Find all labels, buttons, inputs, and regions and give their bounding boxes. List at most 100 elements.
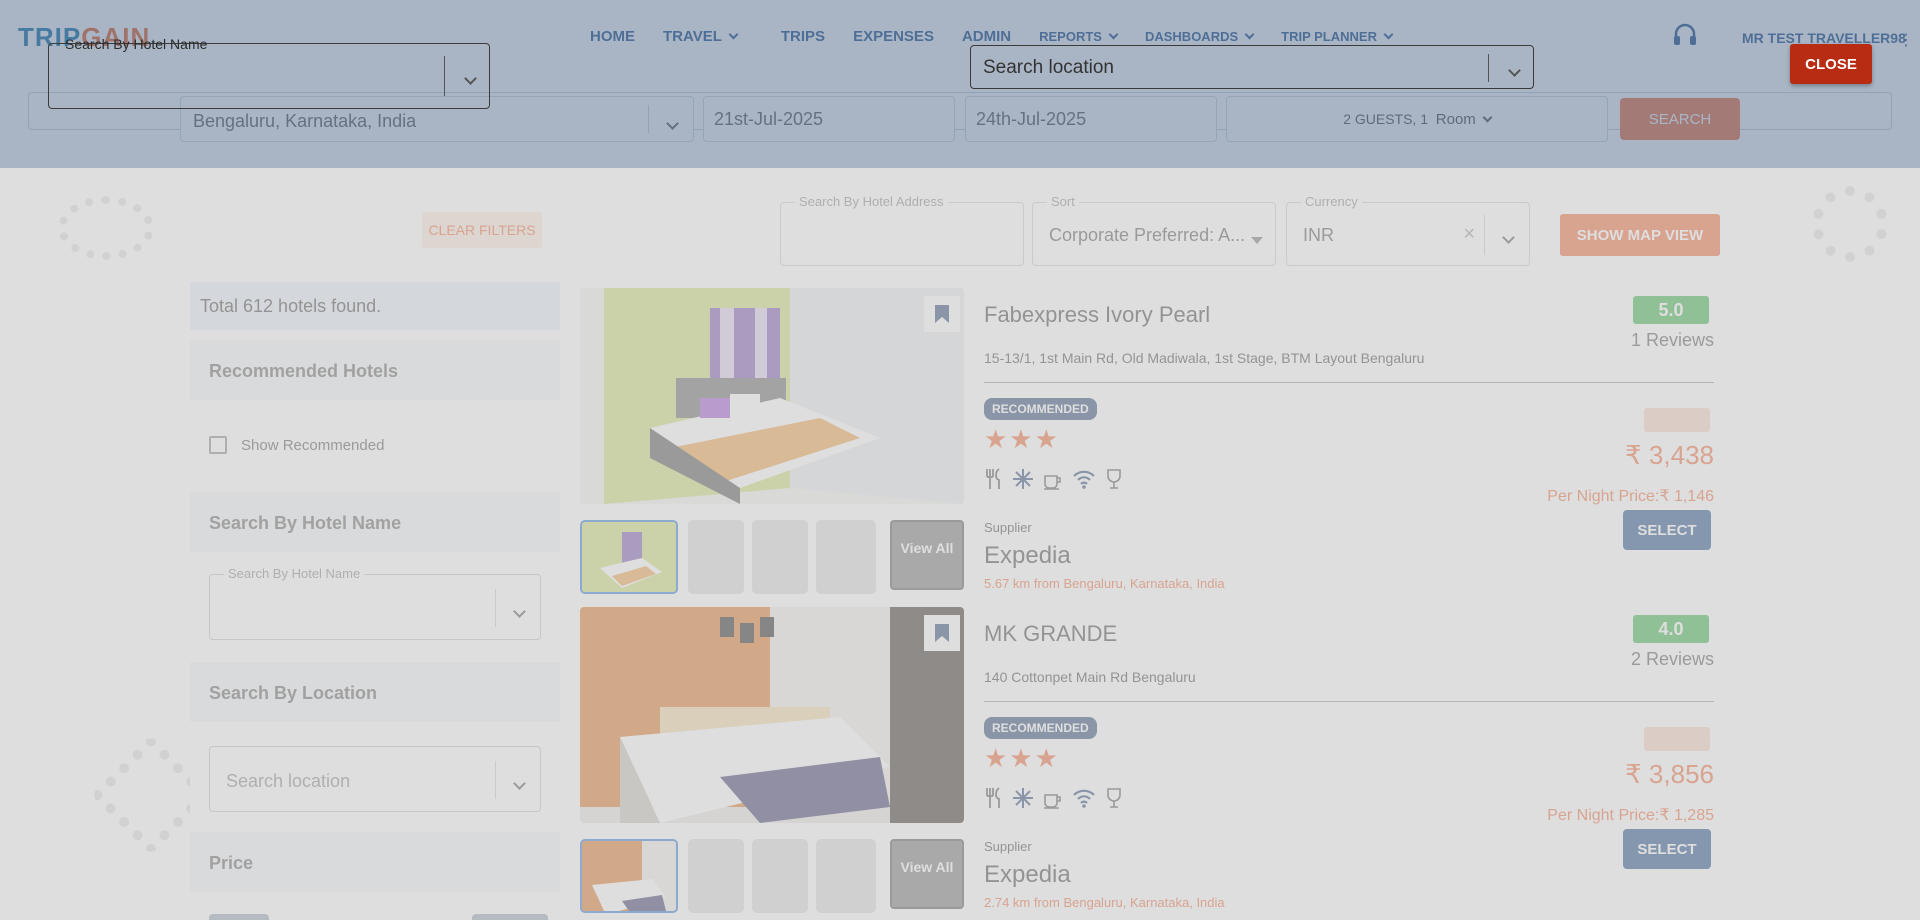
nav-expenses[interactable]: EXPENSES bbox=[853, 28, 934, 45]
amenities-icons bbox=[984, 468, 1124, 490]
hotel-name[interactable]: Fabexpress Ivory Pearl bbox=[984, 302, 1210, 328]
supplier-name: Expedia bbox=[984, 542, 1071, 569]
currency-select[interactable]: Currency INR × bbox=[1286, 194, 1530, 266]
star-rating: ★★★ bbox=[984, 424, 1060, 454]
hotel-address-search-input[interactable]: Search By Hotel Address bbox=[780, 194, 1024, 266]
hotel-name[interactable]: MK GRANDE bbox=[984, 621, 1117, 647]
separator bbox=[444, 56, 445, 96]
bookmark-icon[interactable] bbox=[924, 615, 960, 651]
show-map-view-button[interactable]: SHOW MAP VIEW bbox=[1560, 214, 1720, 256]
thumbnail-image[interactable] bbox=[580, 520, 678, 594]
chevron-down-icon[interactable] bbox=[464, 70, 477, 88]
nav-trip-planner[interactable]: TRIP PLANNER bbox=[1281, 28, 1394, 45]
nav-travel[interactable]: TRAVEL bbox=[663, 28, 739, 45]
close-button[interactable]: CLOSE bbox=[1790, 44, 1872, 84]
per-night-price: Per Night Price:₹ 1,285 bbox=[1547, 807, 1714, 824]
distance-text: 2.74 km from Bengaluru, Karnataka, India bbox=[984, 895, 1225, 910]
view-all-photos-button[interactable]: View All bbox=[890, 839, 964, 909]
star-rating: ★★★ bbox=[984, 743, 1060, 773]
thumbnail-placeholder[interactable] bbox=[688, 839, 744, 913]
show-recommended-checkbox[interactable]: Show Recommended bbox=[209, 436, 384, 454]
total-price: ₹ 3,438 bbox=[1625, 440, 1714, 470]
separator bbox=[1488, 54, 1489, 82]
nav-trips[interactable]: TRIPS bbox=[781, 28, 825, 45]
checkbox-box[interactable] bbox=[209, 436, 227, 454]
wifi-icon bbox=[1073, 789, 1095, 808]
bookmark-icon[interactable] bbox=[924, 296, 960, 332]
thumbnail-placeholder[interactable] bbox=[752, 839, 808, 913]
hotel-image[interactable] bbox=[580, 288, 964, 504]
snowflake-icon bbox=[1013, 469, 1033, 489]
chevron-down-icon[interactable] bbox=[1508, 62, 1521, 80]
sort-select[interactable]: Sort Corporate Preferred: A... bbox=[1032, 194, 1276, 266]
chevron-down-icon[interactable] bbox=[513, 603, 526, 621]
headset-icon[interactable] bbox=[1672, 22, 1698, 48]
currency-value: INR bbox=[1303, 225, 1334, 245]
hotel-card: View All MK GRANDE 140 Cottonpet Main Rd… bbox=[580, 607, 1730, 917]
bar-icon bbox=[1107, 788, 1121, 808]
thumbnail-placeholder[interactable] bbox=[752, 520, 808, 594]
select-button[interactable]: SELECT bbox=[1623, 829, 1711, 869]
supplier-label: Supplier bbox=[984, 520, 1032, 535]
clear-filters-button[interactable]: CLEAR FILTERS bbox=[422, 212, 542, 248]
location-select-placeholder: Search location bbox=[226, 771, 351, 791]
more-vertical-icon[interactable]: ⋮ bbox=[1898, 30, 1914, 50]
thumbnail-image[interactable] bbox=[580, 839, 678, 913]
rating-badge: 4.0 bbox=[1633, 615, 1709, 643]
hotel-room-photo bbox=[580, 607, 964, 823]
hotel-name-select[interactable]: Search By Hotel Name bbox=[209, 566, 541, 640]
separator bbox=[495, 761, 496, 799]
modal-location-select[interactable]: Search location bbox=[970, 45, 1534, 89]
guests-room-selector[interactable]: 2 GUESTS, 1 Room bbox=[1226, 96, 1608, 142]
recommended-section-heading: Recommended Hotels bbox=[190, 340, 560, 400]
chevron-down-icon[interactable] bbox=[1502, 229, 1515, 247]
modal-hotel-name-select[interactable]: Search By Hotel Name bbox=[48, 36, 490, 109]
chevron-down-icon bbox=[728, 29, 739, 40]
hotel-name-select-label: Search By Hotel Name bbox=[224, 566, 365, 581]
price-slider-max[interactable] bbox=[472, 914, 548, 920]
separator bbox=[1484, 215, 1485, 255]
filter-sidebar: CLEAR FILTERS Total 612 hotels found. Re… bbox=[190, 192, 560, 920]
thumbnail-placeholder[interactable] bbox=[688, 520, 744, 594]
divider bbox=[984, 701, 1714, 702]
hotel-name-section-heading: Search By Hotel Name bbox=[190, 492, 560, 552]
nav-travel-label: TRAVEL bbox=[663, 28, 722, 45]
hotel-room-photo bbox=[580, 288, 964, 504]
nav-home[interactable]: HOME bbox=[590, 28, 635, 45]
separator bbox=[648, 105, 649, 133]
bar-icon bbox=[1107, 469, 1121, 489]
separator bbox=[495, 589, 496, 627]
check-in-field[interactable]: 21st-Jul-2025 bbox=[703, 96, 955, 142]
chevron-down-icon[interactable] bbox=[666, 112, 679, 133]
currency-label: Currency bbox=[1301, 194, 1362, 209]
background-decoration bbox=[1812, 186, 1888, 262]
nav-dashboards-label: DASHBOARDS bbox=[1144, 29, 1239, 44]
chevron-down-icon[interactable] bbox=[513, 775, 526, 793]
select-button[interactable]: SELECT bbox=[1623, 510, 1711, 550]
reviews-count[interactable]: 1 Reviews bbox=[1631, 330, 1714, 351]
thumbnail-placeholder[interactable] bbox=[816, 520, 876, 594]
thumbnail-placeholder[interactable] bbox=[816, 839, 876, 913]
hotel-address: 140 Cottonpet Main Rd Bengaluru bbox=[984, 669, 1196, 685]
check-out-field[interactable]: 24th-Jul-2025 bbox=[965, 96, 1217, 142]
modal-hotel-name-label: Search By Hotel Name bbox=[65, 36, 208, 52]
hotel-image[interactable] bbox=[580, 607, 964, 823]
chevron-down-icon bbox=[1383, 29, 1394, 40]
nav-admin[interactable]: ADMIN bbox=[962, 28, 1011, 45]
results-filter-bar: Search By Hotel Address Sort Corporate P… bbox=[580, 192, 1730, 276]
reviews-count[interactable]: 2 Reviews bbox=[1631, 649, 1714, 670]
clear-icon[interactable]: × bbox=[1463, 223, 1475, 246]
caret-down-icon bbox=[1251, 231, 1263, 249]
nav-dashboards[interactable]: DASHBOARDS bbox=[1144, 28, 1255, 45]
view-all-photos-button[interactable]: View All bbox=[890, 520, 964, 590]
search-button[interactable]: SEARCH bbox=[1620, 98, 1740, 140]
location-select[interactable]: Search location bbox=[209, 746, 541, 812]
price-slider-min[interactable] bbox=[209, 914, 269, 920]
amenities-icons bbox=[984, 787, 1124, 809]
supplier-name: Expedia bbox=[984, 861, 1071, 888]
total-hotels-count: Total 612 hotels found. bbox=[190, 282, 560, 330]
coffee-icon bbox=[1044, 475, 1061, 490]
per-night-price: Per Night Price:₹ 1,146 bbox=[1547, 488, 1714, 505]
deal-tag bbox=[1644, 408, 1710, 432]
nav-reports[interactable]: REPORTS bbox=[1039, 28, 1119, 45]
